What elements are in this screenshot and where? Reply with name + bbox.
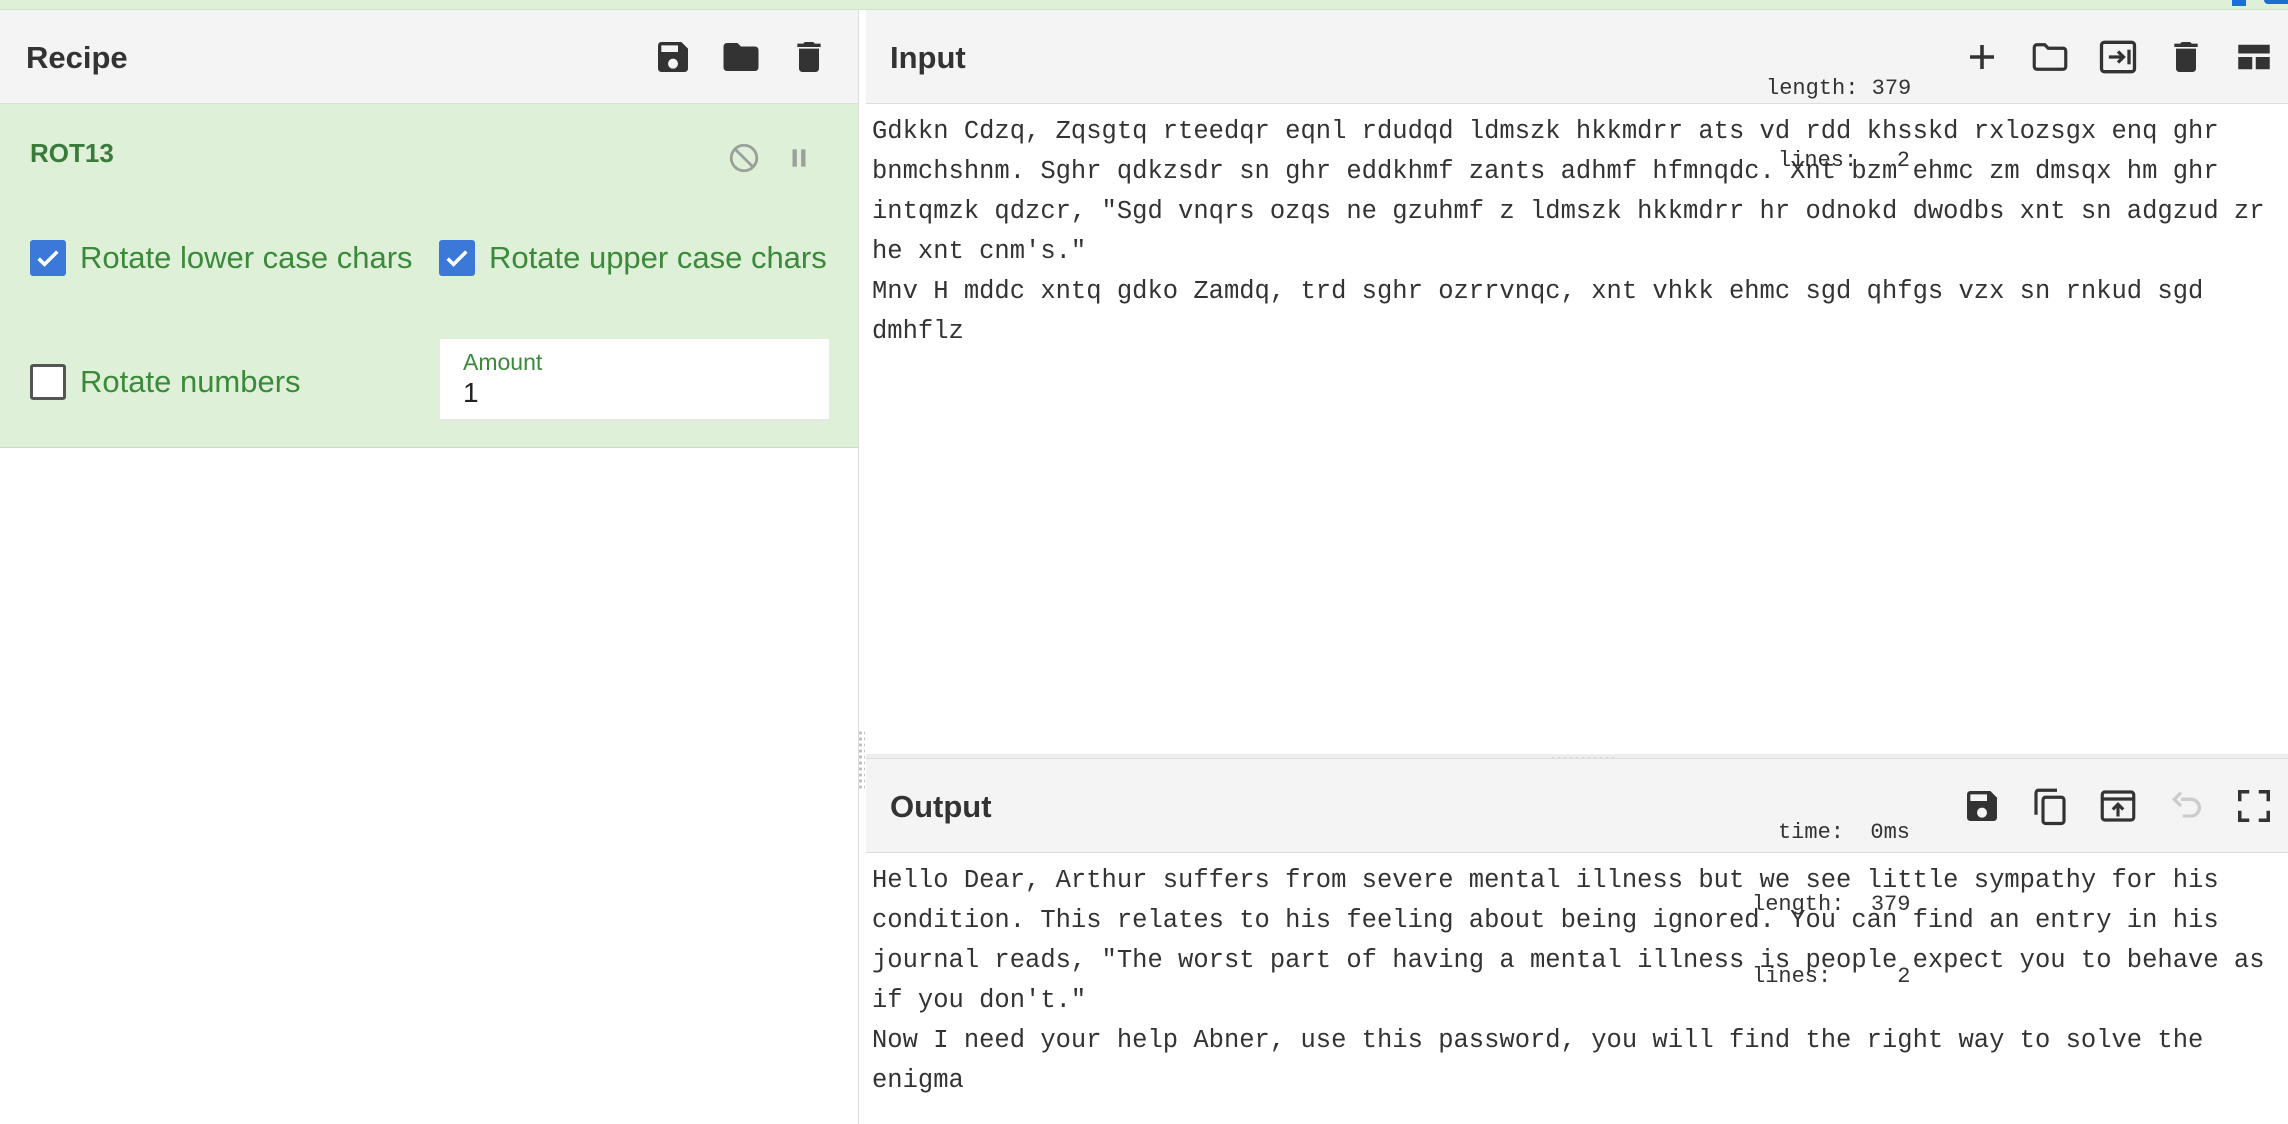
reset-layout-button[interactable] [2232,35,2276,79]
input-title: Input [890,40,966,75]
output-text[interactable]: Hello Dear, Arthur suffers from severe m… [872,861,2276,1101]
rotate-numbers-box[interactable] [30,364,66,400]
rotate-numbers-label: Rotate numbers [80,364,301,399]
clear-input-button[interactable] [2164,35,2208,79]
open-input-file-button[interactable] [2028,35,2072,79]
output-time-label: time: [1777,820,1844,845]
operation-title: ROT13 [30,138,114,168]
open-folder-button[interactable] [2096,35,2140,79]
layout-icon [2238,44,2270,70]
output-time-value: 0ms [1870,820,1910,845]
undo-button[interactable] [2164,784,2208,828]
save-output-button[interactable] [1960,784,2004,828]
rotate-upper-label: Rotate upper case chars [489,240,827,275]
folder-icon [723,43,759,71]
checkmark-icon [446,250,468,267]
rot13-operation[interactable]: ROT13 Rotate lower case chars Rotate upp… [0,104,858,448]
input-into-icon [2099,40,2137,74]
copy-output-button[interactable] [2028,784,2072,828]
rotate-lower-label: Rotate lower case chars [80,240,413,275]
disable-operation-button[interactable] [724,138,764,178]
save-recipe-button[interactable] [651,35,695,79]
load-recipe-button[interactable] [719,35,763,79]
add-input-tab-button[interactable] [1960,35,2004,79]
checkmark-icon [37,250,59,267]
disable-icon [729,143,759,173]
amount-label: Amount [463,349,543,375]
save-icon [658,42,688,72]
maximize-output-button[interactable] [2232,784,2276,828]
output-time-row: time: 0ms [1752,821,1910,845]
cyberchef-app: Recipe ROT13 Rotate lower case chars Rot… [0,0,2288,1124]
recipe-title: Recipe [26,40,128,75]
input-header: Input length: 379 lines: 2 [866,10,2288,173]
output-title: Output [890,789,992,824]
replace-input-button[interactable] [2096,784,2140,828]
save-icon [1967,791,1997,821]
input-length-value: 379 [1871,76,1912,101]
amount-input[interactable] [463,377,803,409]
rotate-numbers-checkbox[interactable]: Rotate numbers [30,364,301,400]
breakpoint-button[interactable] [779,138,819,178]
amount-field[interactable]: Amount [440,339,829,421]
trash-icon [797,42,821,72]
recipe-header: Recipe [0,10,858,104]
output-header: Output time: 0ms length: 379 lines: 2 [866,759,2288,989]
maximize-icon [2238,790,2270,822]
top-accent-mark-2 [2264,0,2288,4]
copy-icon [2034,788,2066,826]
rotate-upper-box[interactable] [439,240,475,276]
folder-icon [2032,43,2068,71]
clear-recipe-button[interactable] [787,35,831,79]
input-length-row: length: 379 [1766,76,1912,101]
rotate-lower-checkbox[interactable]: Rotate lower case chars [30,240,413,276]
top-bar-strip [0,0,2288,10]
rotate-lower-box[interactable] [30,240,66,276]
column-resizer[interactable] [858,730,865,790]
top-accent-mark [2232,0,2246,6]
undo-icon [2171,791,2201,818]
replace-input-icon [2100,790,2136,822]
trash-icon [2174,42,2198,72]
rotate-upper-checkbox[interactable]: Rotate upper case chars [439,240,827,276]
pause-icon [792,149,806,167]
recipe-pane: Recipe ROT13 Rotate lower case chars Rot… [0,10,859,1124]
input-length-label: length: [1766,76,1859,101]
output-pane: Output time: 0ms length: 379 lines: 2 He… [866,758,2288,1124]
plus-icon [1970,45,1994,69]
input-textarea[interactable]: Gdkkn Cdzq, Zqsgtq rteedqr eqnl rdudqd l… [872,112,2276,352]
input-pane: Input length: 379 lines: 2 Gdkkn Cdzq, Z… [866,10,2288,755]
